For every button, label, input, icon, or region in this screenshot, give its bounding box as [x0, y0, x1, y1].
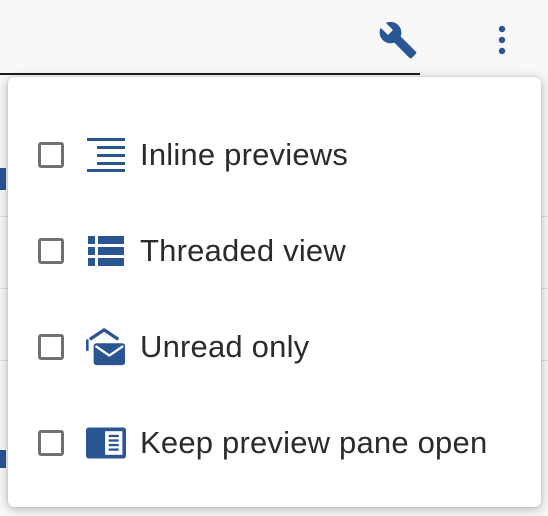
unread-only-label: Unread only — [140, 329, 310, 364]
keep-preview-pane-checkbox[interactable] — [38, 430, 64, 456]
preview-pane-icon — [86, 423, 126, 463]
keep-preview-pane-open-label: Keep preview pane open — [140, 425, 488, 460]
background-row-marker — [0, 168, 6, 190]
wrench-button[interactable] — [374, 16, 422, 64]
background-row-marker — [0, 450, 6, 468]
threaded-view-label: Threaded view — [140, 233, 346, 268]
menu-item-threaded-view[interactable]: Threaded view — [8, 203, 541, 299]
inline-previews-label: Inline previews — [140, 137, 349, 172]
menu-item-inline-previews[interactable]: Inline previews — [8, 107, 541, 203]
menu-item-unread-only[interactable]: Unread only — [8, 299, 541, 395]
wrench-icon — [379, 21, 417, 59]
view-options-menu: Inline previews Threaded view Unread onl… — [8, 77, 541, 507]
menu-item-keep-preview-pane-open[interactable]: Keep preview pane open — [8, 395, 541, 491]
more-options-button[interactable] — [478, 16, 526, 64]
threaded-view-icon — [86, 231, 126, 271]
toolbar — [0, 0, 548, 76]
inline-previews-checkbox[interactable] — [38, 142, 64, 168]
unread-only-checkbox[interactable] — [38, 334, 64, 360]
inline-previews-icon — [86, 135, 126, 175]
unread-mail-icon — [86, 327, 126, 367]
active-tab-underline — [0, 73, 420, 75]
more-vertical-icon — [498, 25, 506, 55]
threaded-view-checkbox[interactable] — [38, 238, 64, 264]
